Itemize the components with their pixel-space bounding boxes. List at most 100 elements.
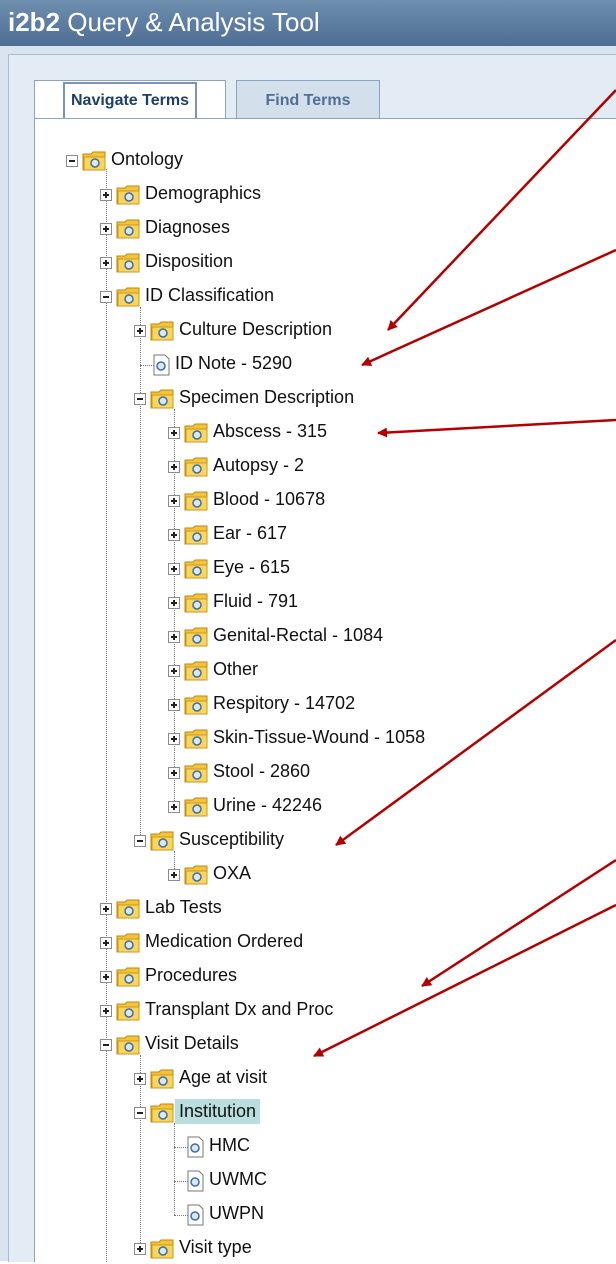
autopsy-2-toggle-icon[interactable] bbox=[168, 461, 180, 473]
skin-tissue-wound-1058-toggle-icon[interactable] bbox=[168, 733, 180, 745]
diagnoses-label[interactable]: Diagnoses bbox=[145, 217, 230, 238]
app-title-text: Query & Analysis Tool bbox=[67, 7, 320, 37]
tab-navigate-terms[interactable]: Navigate Terms bbox=[34, 80, 226, 120]
culture-description-toggle-icon[interactable] bbox=[134, 325, 146, 337]
ontology-label[interactable]: Ontology bbox=[111, 149, 183, 170]
blood-10678-label[interactable]: Blood - 10678 bbox=[213, 489, 325, 510]
id-note-5290-document-icon bbox=[153, 354, 170, 376]
title-bar: i2b2 Query & Analysis Tool bbox=[0, 0, 616, 46]
autopsy-2-folder-icon bbox=[184, 456, 209, 477]
procedures-toggle-icon[interactable] bbox=[100, 971, 112, 983]
other-folder-icon bbox=[184, 660, 209, 681]
ear-617-label[interactable]: Ear - 617 bbox=[213, 523, 287, 544]
id-classification-label[interactable]: ID Classification bbox=[145, 285, 274, 306]
visit-type-toggle-icon[interactable] bbox=[134, 1243, 146, 1255]
abscess-315-label[interactable]: Abscess - 315 bbox=[213, 421, 327, 442]
other-label[interactable]: Other bbox=[213, 659, 258, 680]
demographics-label[interactable]: Demographics bbox=[145, 183, 261, 204]
demographics-toggle-icon[interactable] bbox=[100, 189, 112, 201]
tab-navigate-terms-label: Navigate Terms bbox=[63, 81, 197, 120]
hmc-connector bbox=[174, 1147, 188, 1148]
genital-rectal-1084-folder-icon bbox=[184, 626, 209, 647]
oxa-label[interactable]: OXA bbox=[213, 863, 251, 884]
disposition-label[interactable]: Disposition bbox=[145, 251, 233, 272]
ear-617-folder-icon bbox=[184, 524, 209, 545]
lab-tests-toggle-icon[interactable] bbox=[100, 903, 112, 915]
hmc-document-icon bbox=[187, 1136, 204, 1158]
culture-description-label[interactable]: Culture Description bbox=[179, 319, 332, 340]
specimen-description-toggle-icon[interactable] bbox=[134, 393, 146, 405]
susceptibility-toggle-icon[interactable] bbox=[134, 835, 146, 847]
respitory-14702-toggle-icon[interactable] bbox=[168, 699, 180, 711]
medication-ordered-toggle-icon[interactable] bbox=[100, 937, 112, 949]
age-at-visit-folder-icon bbox=[150, 1068, 175, 1089]
tree-guide-line bbox=[140, 307, 141, 841]
uwmc-connector bbox=[174, 1181, 188, 1182]
stool-2860-toggle-icon[interactable] bbox=[168, 767, 180, 779]
age-at-visit-toggle-icon[interactable] bbox=[134, 1073, 146, 1085]
ontology-folder-icon bbox=[82, 150, 107, 171]
uwpn-connector bbox=[174, 1215, 188, 1216]
id-classification-toggle-icon[interactable] bbox=[100, 291, 112, 303]
abscess-315-folder-icon bbox=[184, 422, 209, 443]
disposition-toggle-icon[interactable] bbox=[100, 257, 112, 269]
ontology-toggle-icon[interactable] bbox=[66, 155, 78, 167]
genital-rectal-1084-toggle-icon[interactable] bbox=[168, 631, 180, 643]
specimen-description-folder-icon bbox=[150, 388, 175, 409]
lab-tests-label[interactable]: Lab Tests bbox=[145, 897, 222, 918]
visit-details-toggle-icon[interactable] bbox=[100, 1039, 112, 1051]
ontology-tree-panel[interactable]: Ontology Demographics Diagnoses Disposition… bbox=[34, 118, 616, 1262]
demographics-folder-icon bbox=[116, 184, 141, 205]
genital-rectal-1084-label[interactable]: Genital-Rectal - 1084 bbox=[213, 625, 383, 646]
specimen-description-label[interactable]: Specimen Description bbox=[179, 387, 354, 408]
eye-615-toggle-icon[interactable] bbox=[168, 563, 180, 575]
transplant-dx-and-proc-toggle-icon[interactable] bbox=[100, 1005, 112, 1017]
susceptibility-label[interactable]: Susceptibility bbox=[179, 829, 284, 850]
tree-guide-line bbox=[106, 169, 107, 1262]
uwpn-label[interactable]: UWPN bbox=[209, 1203, 264, 1224]
age-at-visit-label[interactable]: Age at visit bbox=[179, 1067, 267, 1088]
culture-description-folder-icon bbox=[150, 320, 175, 341]
id-note-5290-label[interactable]: ID Note - 5290 bbox=[175, 353, 292, 374]
stool-2860-label[interactable]: Stool - 2860 bbox=[213, 761, 310, 782]
abscess-315-toggle-icon[interactable] bbox=[168, 427, 180, 439]
institution-toggle-icon[interactable] bbox=[134, 1107, 146, 1119]
oxa-toggle-icon[interactable] bbox=[168, 869, 180, 881]
id-classification-folder-icon bbox=[116, 286, 141, 307]
tab-find-terms[interactable]: Find Terms bbox=[236, 80, 380, 120]
medication-ordered-folder-icon bbox=[116, 932, 141, 953]
ear-617-toggle-icon[interactable] bbox=[168, 529, 180, 541]
urine-42246-label[interactable]: Urine - 42246 bbox=[213, 795, 322, 816]
procedures-folder-icon bbox=[116, 966, 141, 987]
institution-label[interactable]: Institution bbox=[175, 1099, 261, 1124]
respitory-14702-label[interactable]: Respitory - 14702 bbox=[213, 693, 355, 714]
diagnoses-toggle-icon[interactable] bbox=[100, 223, 112, 235]
urine-42246-folder-icon bbox=[184, 796, 209, 817]
other-toggle-icon[interactable] bbox=[168, 665, 180, 677]
blood-10678-folder-icon bbox=[184, 490, 209, 511]
fluid-791-label[interactable]: Fluid - 791 bbox=[213, 591, 298, 612]
urine-42246-toggle-icon[interactable] bbox=[168, 801, 180, 813]
oxa-folder-icon bbox=[184, 864, 209, 885]
fluid-791-folder-icon bbox=[184, 592, 209, 613]
diagnoses-folder-icon bbox=[116, 218, 141, 239]
fluid-791-toggle-icon[interactable] bbox=[168, 597, 180, 609]
uwmc-document-icon bbox=[187, 1170, 204, 1192]
eye-615-label[interactable]: Eye - 615 bbox=[213, 557, 290, 578]
medication-ordered-label[interactable]: Medication Ordered bbox=[145, 931, 303, 952]
transplant-dx-and-proc-label[interactable]: Transplant Dx and Proc bbox=[145, 999, 333, 1020]
respitory-14702-folder-icon bbox=[184, 694, 209, 715]
visit-type-label[interactable]: Visit type bbox=[179, 1237, 252, 1258]
blood-10678-toggle-icon[interactable] bbox=[168, 495, 180, 507]
disposition-folder-icon bbox=[116, 252, 141, 273]
procedures-label[interactable]: Procedures bbox=[145, 965, 237, 986]
uwmc-label[interactable]: UWMC bbox=[209, 1169, 267, 1190]
eye-615-folder-icon bbox=[184, 558, 209, 579]
visit-type-folder-icon bbox=[150, 1238, 175, 1259]
id-note-5290-connector bbox=[140, 365, 154, 366]
autopsy-2-label[interactable]: Autopsy - 2 bbox=[213, 455, 304, 476]
visit-details-label[interactable]: Visit Details bbox=[145, 1033, 239, 1054]
skin-tissue-wound-1058-label[interactable]: Skin-Tissue-Wound - 1058 bbox=[213, 727, 425, 748]
hmc-label[interactable]: HMC bbox=[209, 1135, 250, 1156]
app-title: i2b2 Query & Analysis Tool bbox=[8, 6, 320, 38]
